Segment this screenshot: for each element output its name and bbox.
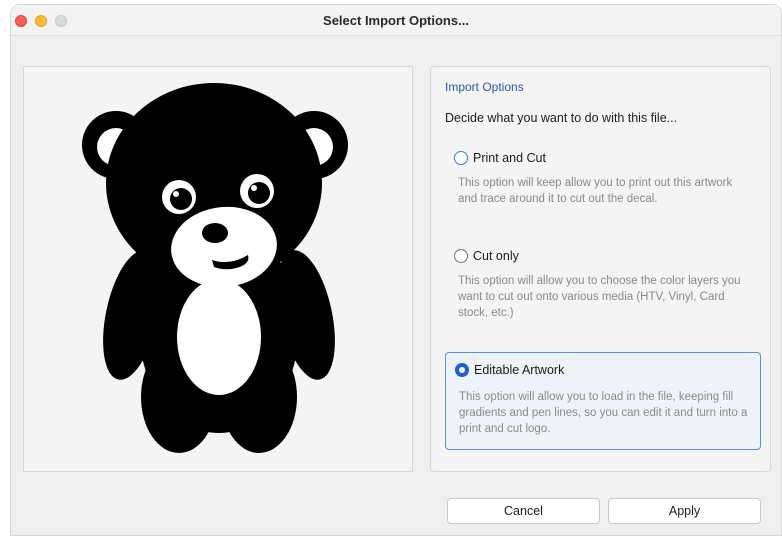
option-description: This option will keep allow you to print… — [458, 177, 733, 205]
section-title: Import Options — [445, 80, 524, 94]
window-title: Select Import Options... — [323, 13, 469, 28]
option-cut-only[interactable]: Cut only This option will allow you to c… — [445, 249, 761, 329]
cancel-button[interactable]: Cancel — [447, 498, 600, 524]
option-label: Cut only — [473, 249, 519, 263]
teddy-bear-image — [82, 83, 348, 453]
import-options-panel: Import Options Decide what you want to d… — [430, 66, 771, 472]
option-description: This option will allow you to choose the… — [458, 275, 741, 319]
title-bar: Select Import Options... — [11, 5, 781, 36]
editable-artwork-radio[interactable] — [455, 363, 469, 377]
option-label: Editable Artwork — [474, 363, 565, 377]
apply-button[interactable]: Apply — [608, 498, 761, 524]
import-question: Decide what you want to do with this fil… — [445, 111, 678, 125]
print-and-cut-radio[interactable] — [454, 151, 468, 165]
option-print-and-cut[interactable]: Print and Cut This option will keep allo… — [445, 151, 761, 221]
option-editable-artwork[interactable]: Editable Artwork This option will allow … — [445, 352, 761, 450]
cut-only-radio[interactable] — [454, 249, 468, 263]
artwork-preview — [23, 66, 413, 472]
option-description: This option will allow you to load in th… — [459, 391, 748, 435]
option-label: Print and Cut — [473, 151, 546, 165]
import-options-dialog: Select Import Options... Import Options … — [10, 4, 782, 536]
